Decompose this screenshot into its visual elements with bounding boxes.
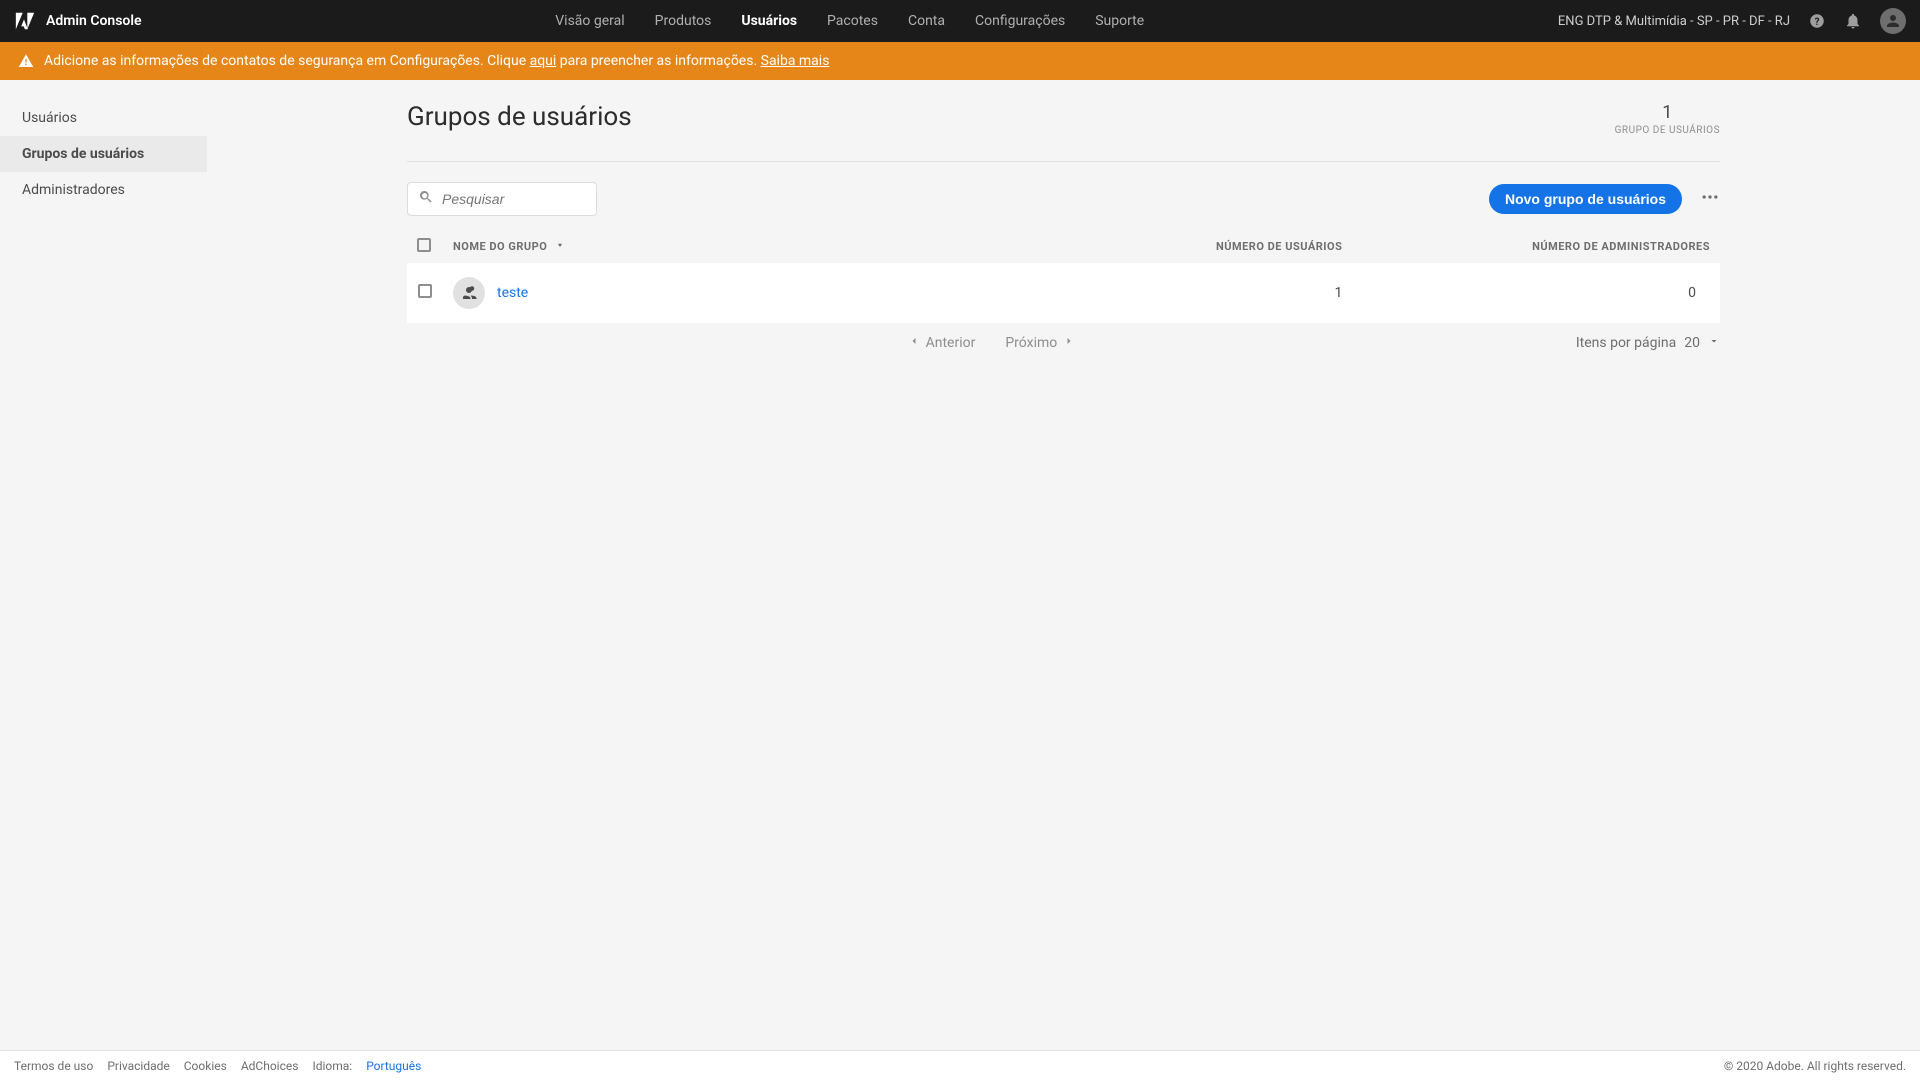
sidebar-item-admins[interactable]: Administradores bbox=[0, 172, 207, 208]
toolbar: Novo grupo de usuários bbox=[407, 182, 1720, 216]
search-icon bbox=[418, 189, 434, 209]
sort-down-icon bbox=[555, 240, 565, 253]
row-user-count: 1 bbox=[985, 263, 1353, 323]
footer-adchoices[interactable]: AdChoices bbox=[241, 1059, 299, 1073]
chevron-right-icon bbox=[1063, 335, 1075, 351]
page-stats: 1 GRUPO DE USUÁRIOS bbox=[1615, 102, 1720, 136]
layout: Usuários Grupos de usuários Administrado… bbox=[0, 80, 1920, 1048]
stat-number: 1 bbox=[1615, 102, 1720, 123]
row-name-cell: teste bbox=[443, 263, 985, 323]
header-group-name-label: NOME DO GRUPO bbox=[453, 240, 547, 253]
header-admin-count[interactable]: NÚMERO DE ADMINISTRADORES bbox=[1352, 230, 1720, 263]
header-group-name[interactable]: NOME DO GRUPO bbox=[443, 230, 985, 263]
topnav: Visão geral Produtos Usuários Pacotes Co… bbox=[555, 13, 1144, 29]
row-checkbox[interactable] bbox=[418, 284, 432, 298]
chevron-down-icon bbox=[1708, 335, 1720, 351]
row-admin-count: 0 bbox=[1352, 263, 1720, 323]
brand[interactable]: Admin Console bbox=[14, 10, 142, 32]
bell-icon[interactable] bbox=[1844, 12, 1862, 30]
per-page-value: 20 bbox=[1684, 335, 1700, 351]
group-name-link[interactable]: teste bbox=[497, 285, 528, 301]
chevron-left-icon bbox=[908, 335, 920, 351]
footer-cookies[interactable]: Cookies bbox=[184, 1059, 227, 1073]
page-title: Grupos de usuários bbox=[407, 102, 632, 132]
per-page-selector[interactable]: Itens por página 20 bbox=[1576, 335, 1720, 351]
nav-users[interactable]: Usuários bbox=[741, 13, 797, 29]
footer-copyright: © 2020 Adobe. All rights reserved. bbox=[1724, 1059, 1906, 1073]
svg-text:?: ? bbox=[1815, 17, 1820, 28]
page-header: Grupos de usuários 1 GRUPO DE USUÁRIOS bbox=[407, 102, 1720, 136]
topbar: Admin Console Visão geral Produtos Usuár… bbox=[0, 0, 1920, 42]
footer-terms[interactable]: Termos de uso bbox=[14, 1059, 93, 1073]
row-checkbox-cell bbox=[407, 263, 443, 323]
prev-button[interactable]: Anterior bbox=[908, 335, 976, 351]
divider bbox=[407, 161, 1720, 162]
table-row[interactable]: teste 1 0 bbox=[407, 263, 1720, 323]
warning-icon bbox=[18, 53, 34, 69]
header-user-count[interactable]: NÚMERO DE USUÁRIOS bbox=[985, 230, 1353, 263]
banner-text: Adicione as informações de contatos de s… bbox=[44, 53, 829, 69]
pagination: Anterior Próximo Itens por página 20 bbox=[407, 335, 1720, 351]
org-name[interactable]: ENG DTP & Multimídia - SP - PR - DF - RJ bbox=[1558, 14, 1790, 29]
next-label: Próximo bbox=[1005, 335, 1057, 351]
security-banner: Adicione as informações de contatos de s… bbox=[0, 42, 1920, 80]
nav-products[interactable]: Produtos bbox=[655, 13, 712, 29]
adobe-logo-icon bbox=[14, 10, 36, 32]
topbar-right: ENG DTP & Multimídia - SP - PR - DF - RJ… bbox=[1558, 8, 1906, 34]
stat-label: GRUPO DE USUÁRIOS bbox=[1615, 125, 1720, 136]
header-checkbox-cell bbox=[407, 230, 443, 263]
search-box[interactable] bbox=[407, 182, 597, 216]
content: Grupos de usuários 1 GRUPO DE USUÁRIOS N… bbox=[207, 80, 1920, 1048]
sidebar: Usuários Grupos de usuários Administrado… bbox=[0, 80, 207, 1048]
more-icon[interactable] bbox=[1700, 187, 1720, 211]
nav-settings[interactable]: Configurações bbox=[975, 13, 1065, 29]
next-button[interactable]: Próximo bbox=[1005, 335, 1075, 351]
banner-link-here[interactable]: aqui bbox=[530, 53, 557, 69]
search-input[interactable] bbox=[442, 191, 586, 207]
sidebar-item-users[interactable]: Usuários bbox=[0, 100, 207, 136]
app-name: Admin Console bbox=[46, 13, 142, 29]
footer-language-value[interactable]: Português bbox=[366, 1059, 421, 1073]
nav-account[interactable]: Conta bbox=[908, 13, 945, 29]
prev-label: Anterior bbox=[926, 335, 976, 351]
footer-links: Termos de uso Privacidade Cookies AdChoi… bbox=[14, 1059, 421, 1073]
sidebar-item-groups[interactable]: Grupos de usuários bbox=[0, 136, 207, 172]
groups-table: NOME DO GRUPO NÚMERO DE USUÁRIOS NÚMERO … bbox=[407, 230, 1720, 323]
footer: Termos de uso Privacidade Cookies AdChoi… bbox=[0, 1050, 1920, 1080]
footer-language-label: Idioma: bbox=[312, 1059, 352, 1073]
toolbar-right: Novo grupo de usuários bbox=[1489, 184, 1720, 214]
help-icon[interactable]: ? bbox=[1808, 12, 1826, 30]
new-group-button[interactable]: Novo grupo de usuários bbox=[1489, 184, 1682, 214]
banner-middle: para preencher as informações. bbox=[556, 53, 760, 69]
per-page-label: Itens por página bbox=[1576, 335, 1676, 351]
nav-support[interactable]: Suporte bbox=[1095, 13, 1144, 29]
banner-prefix: Adicione as informações de contatos de s… bbox=[44, 53, 530, 69]
banner-link-learn-more[interactable]: Saiba mais bbox=[761, 53, 830, 69]
nav-packages[interactable]: Pacotes bbox=[827, 13, 878, 29]
pagination-center: Anterior Próximo bbox=[908, 335, 1076, 351]
avatar-icon[interactable] bbox=[1880, 8, 1906, 34]
nav-overview[interactable]: Visão geral bbox=[555, 13, 624, 29]
footer-privacy[interactable]: Privacidade bbox=[107, 1059, 169, 1073]
select-all-checkbox[interactable] bbox=[417, 238, 431, 252]
group-avatar-icon bbox=[453, 277, 485, 309]
